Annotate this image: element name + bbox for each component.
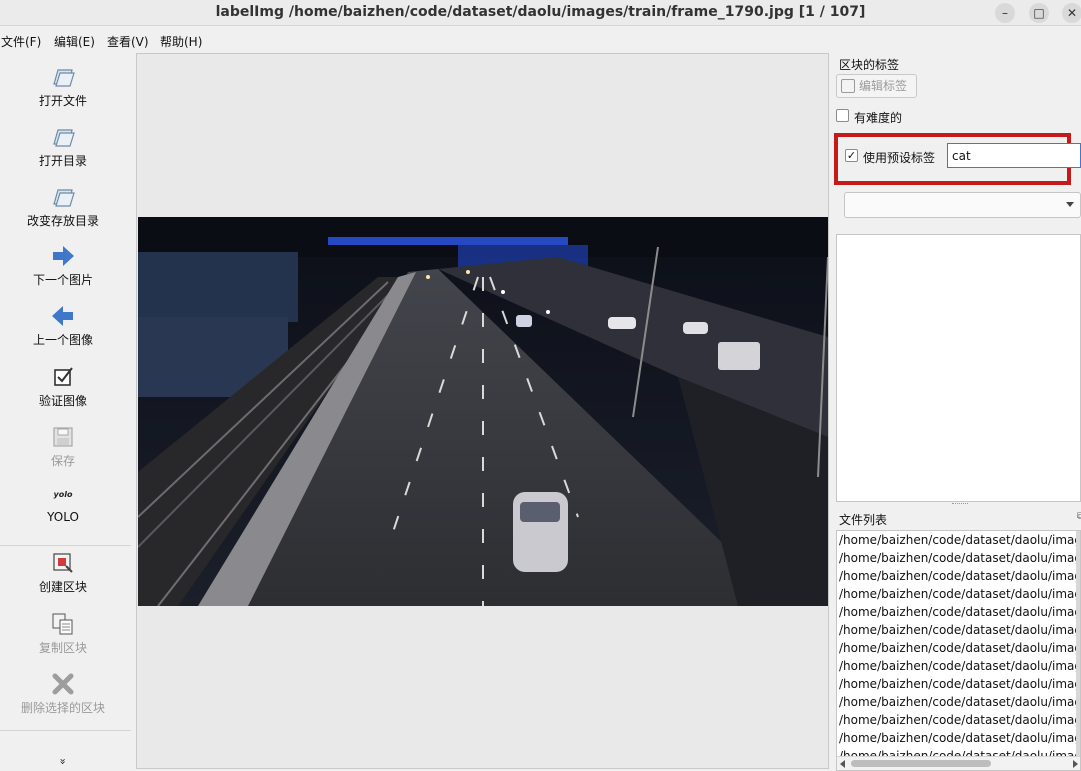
file-list-item[interactable]: /home/baizhen/code/dataset/daolu/images/… [837, 549, 1080, 567]
title-bar: labelImg /home/baizhen/code/dataset/daol… [0, 0, 1081, 26]
format-toggle-button[interactable]: yolo YOLO [0, 488, 126, 524]
copy-icon [52, 613, 73, 635]
delete-x-icon [52, 673, 74, 695]
create-box-button[interactable]: 创建区块 [0, 550, 126, 595]
create-box-icon [53, 553, 73, 573]
file-list[interactable]: /home/baizhen/code/dataset/daolu/images/… [836, 530, 1081, 771]
label-combo-box[interactable] [844, 192, 1081, 218]
open-file-button[interactable]: 打开文件 [0, 64, 126, 109]
folder-icon [53, 69, 75, 87]
maximize-button[interactable]: □ [1029, 3, 1049, 23]
edit-label-text: 编辑标签 [859, 79, 908, 93]
open-dir-label: 打开目录 [38, 154, 87, 168]
open-file-label: 打开文件 [38, 94, 87, 108]
file-list-item[interactable]: /home/baizhen/code/dataset/daolu/images/… [837, 675, 1080, 693]
yolo-icon: yolo [53, 490, 73, 499]
file-list-item[interactable]: /home/baizhen/code/dataset/daolu/images/… [837, 585, 1080, 603]
edit-icon [841, 79, 855, 93]
default-label-input[interactable]: cat [947, 143, 1081, 168]
checkbox-checked-icon [54, 367, 73, 386]
scroll-right-icon[interactable] [1073, 760, 1078, 768]
file-list-item[interactable]: /home/baizhen/code/dataset/daolu/images/… [837, 603, 1080, 621]
menu-help[interactable]: 帮助(H) [160, 33, 202, 50]
file-list-item[interactable]: /home/baizhen/code/dataset/daolu/images/… [837, 567, 1080, 585]
toolbar: 打开文件 打开目录 改变存放目录 下一个图片 上一个图像 验证图像 保存 yol… [0, 52, 131, 771]
image-preview [138, 217, 828, 606]
right-dock: 区块的标签 编辑标签 有难度的 ✓ 使用预设标签 cat 文件列表 ⧉ /hom… [832, 53, 1081, 771]
use-default-label-text: 使用预设标签 [863, 151, 936, 165]
minimize-button[interactable]: – [995, 3, 1015, 23]
file-list-item[interactable]: /home/baizhen/code/dataset/daolu/images/… [837, 531, 1080, 549]
scroll-thumb[interactable] [851, 760, 991, 767]
change-save-dir-label: 改变存放目录 [26, 214, 99, 228]
box-labels-title: 区块的标签 [839, 58, 900, 72]
dock-float-icon[interactable]: ⧉ [1077, 511, 1081, 522]
duplicate-box-button[interactable]: 复制区块 [0, 611, 126, 656]
file-list-item[interactable]: /home/baizhen/code/dataset/daolu/images/… [837, 711, 1080, 729]
image-canvas[interactable] [136, 53, 829, 769]
format-label: YOLO [47, 510, 79, 524]
menu-edit[interactable]: 编辑(E) [54, 33, 95, 50]
window-title: labelImg /home/baizhen/code/dataset/daol… [215, 4, 866, 20]
folder-icon [53, 129, 75, 147]
prev-image-button[interactable]: 上一个图像 [0, 303, 126, 348]
file-list-item[interactable]: /home/baizhen/code/dataset/daolu/images/… [837, 621, 1080, 639]
label-list[interactable] [836, 234, 1081, 502]
use-default-label-checkbox[interactable]: ✓ [845, 149, 858, 162]
menu-view[interactable]: 查看(V) [107, 33, 149, 50]
chevron-down-icon [1066, 202, 1074, 207]
duplicate-box-label: 复制区块 [38, 641, 87, 655]
file-list-item[interactable]: /home/baizhen/code/dataset/daolu/images/… [837, 657, 1080, 675]
file-list-vertical-scrollbar[interactable] [1076, 531, 1080, 756]
menu-bar: 文件(F) 编辑(E) 查看(V) 帮助(H) [0, 30, 1081, 52]
arrow-left-icon [52, 306, 73, 326]
toolbar-separator [0, 545, 131, 546]
file-list-item[interactable]: /home/baizhen/code/dataset/daolu/images/… [837, 729, 1080, 747]
file-list-horizontal-scrollbar[interactable] [837, 756, 1080, 770]
toolbar-overflow-icon[interactable]: » [57, 755, 70, 769]
delete-box-button[interactable]: 删除选择的区块 [0, 671, 126, 716]
file-list-item[interactable]: /home/baizhen/code/dataset/daolu/images/… [837, 639, 1080, 657]
file-list-item[interactable]: /home/baizhen/code/dataset/daolu/images/… [837, 693, 1080, 711]
change-save-dir-button[interactable]: 改变存放目录 [0, 184, 126, 229]
close-button[interactable]: ✕ [1062, 3, 1081, 23]
menu-file[interactable]: 文件(F) [1, 33, 41, 50]
highway-night-photo [138, 217, 828, 606]
create-box-label: 创建区块 [38, 580, 87, 594]
difficult-checkbox[interactable] [836, 109, 849, 122]
next-image-button[interactable]: 下一个图片 [0, 243, 126, 288]
floppy-disk-icon [53, 427, 73, 447]
save-label: 保存 [50, 454, 75, 468]
prev-image-label: 上一个图像 [32, 333, 93, 347]
verify-image-label: 验证图像 [38, 394, 87, 408]
file-list-title: 文件列表 [839, 513, 888, 527]
difficult-label: 有难度的 [854, 111, 903, 125]
verify-image-button[interactable]: 验证图像 [0, 364, 126, 409]
scroll-left-icon[interactable] [840, 760, 845, 768]
arrow-right-icon [53, 246, 74, 266]
delete-box-label: 删除选择的区块 [20, 701, 105, 715]
dock-splitter[interactable] [952, 503, 968, 506]
open-dir-button[interactable]: 打开目录 [0, 124, 126, 169]
next-image-label: 下一个图片 [32, 273, 93, 287]
toolbar-separator [0, 730, 131, 731]
save-button[interactable]: 保存 [0, 424, 126, 469]
folder-icon [53, 189, 75, 207]
edit-label-button[interactable]: 编辑标签 [836, 74, 917, 98]
